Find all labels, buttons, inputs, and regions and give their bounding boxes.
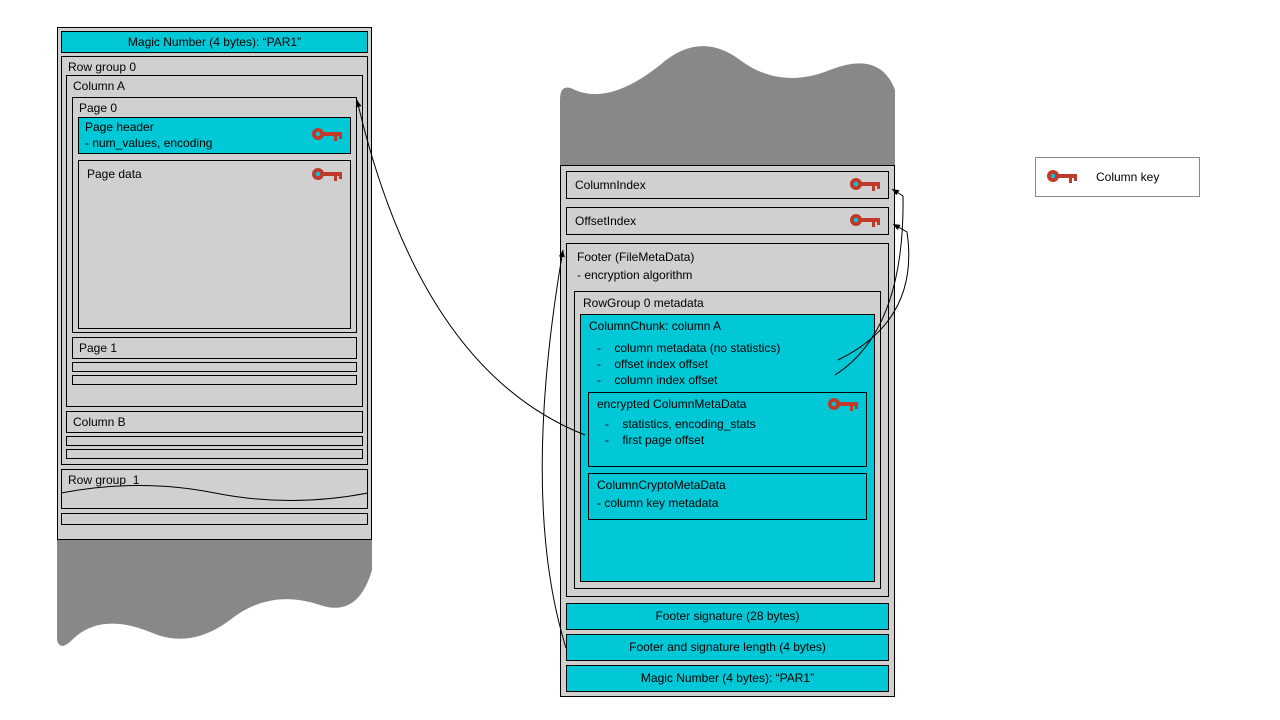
encrypted-cmd: encrypted ColumnMetaData - statistics, e… [588, 392, 867, 467]
page-strip-b [72, 375, 357, 385]
legend: Column key [1035, 157, 1200, 197]
rowgroup-strip [61, 513, 368, 525]
ccm-b1: - column key metadata [597, 496, 718, 510]
cc-title: ColumnChunk: column A [589, 319, 721, 333]
magic-number-top: Magic Number (4 bytes): “PAR1” [61, 31, 368, 53]
rowgroup0-meta-label: RowGroup 0 metadata [583, 296, 704, 310]
offset-index: OffsetIndex [566, 207, 889, 235]
footer-l1: Footer (FileMetaData) [577, 250, 694, 264]
rowgroup0-label: Row group 0 [68, 60, 136, 74]
footer-l2: - encryption algorithm [577, 268, 692, 282]
columnB: Column B [66, 411, 363, 433]
page-header-l2: - num_values, encoding [85, 136, 212, 150]
cc-b1: - column metadata (no statistics) [597, 341, 780, 355]
rowgroup1-label: Row group 1 [68, 473, 139, 487]
page1: Page 1 [72, 337, 357, 359]
page1-label: Page 1 [79, 341, 117, 355]
torn-bg-right [560, 46, 895, 165]
column-strip-a [66, 436, 363, 446]
torn-bg-left [57, 540, 372, 646]
column-index-label: ColumnIndex [575, 178, 646, 192]
page0-label: Page 0 [79, 101, 117, 115]
columnB-label: Column B [73, 415, 126, 429]
magic-number-bottom-label: Magic Number (4 bytes): “PAR1” [567, 671, 888, 685]
ecm-b1: - statistics, encoding_stats [605, 417, 756, 431]
page-data: Page data [78, 160, 351, 329]
columnA-label: Column A [73, 79, 125, 93]
legend-label: Column key [1096, 170, 1159, 184]
column-index: ColumnIndex [566, 171, 889, 199]
ccm-title: ColumnCryptoMetaData [597, 478, 726, 492]
column-strip-b [66, 449, 363, 459]
footer-length: Footer and signature length (4 bytes) [566, 634, 889, 661]
footer-signature: Footer signature (28 bytes) [566, 603, 889, 630]
ecm-b2: - first page offset [605, 433, 704, 447]
footer-signature-label: Footer signature (28 bytes) [567, 609, 888, 623]
offset-index-label: OffsetIndex [575, 214, 636, 228]
page-header-l1: Page header [85, 120, 154, 134]
rowgroup1: Row group 1 [61, 469, 368, 509]
cc-b2: - offset index offset [597, 357, 708, 371]
ecm-title: encrypted ColumnMetaData [597, 397, 746, 411]
column-crypto-md: ColumnCryptoMetaData - column key metada… [588, 473, 867, 520]
page-strip-a [72, 362, 357, 372]
footer-length-label: Footer and signature length (4 bytes) [567, 640, 888, 654]
page-data-label: Page data [87, 167, 142, 181]
magic-number-bottom: Magic Number (4 bytes): “PAR1” [566, 665, 889, 692]
cc-b3: - column index offset [597, 373, 718, 387]
page-header: Page header - num_values, encoding [78, 117, 351, 154]
magic-number-top-label: Magic Number (4 bytes): “PAR1” [62, 35, 367, 49]
arrow-firstpage-to-page0 [357, 100, 585, 435]
